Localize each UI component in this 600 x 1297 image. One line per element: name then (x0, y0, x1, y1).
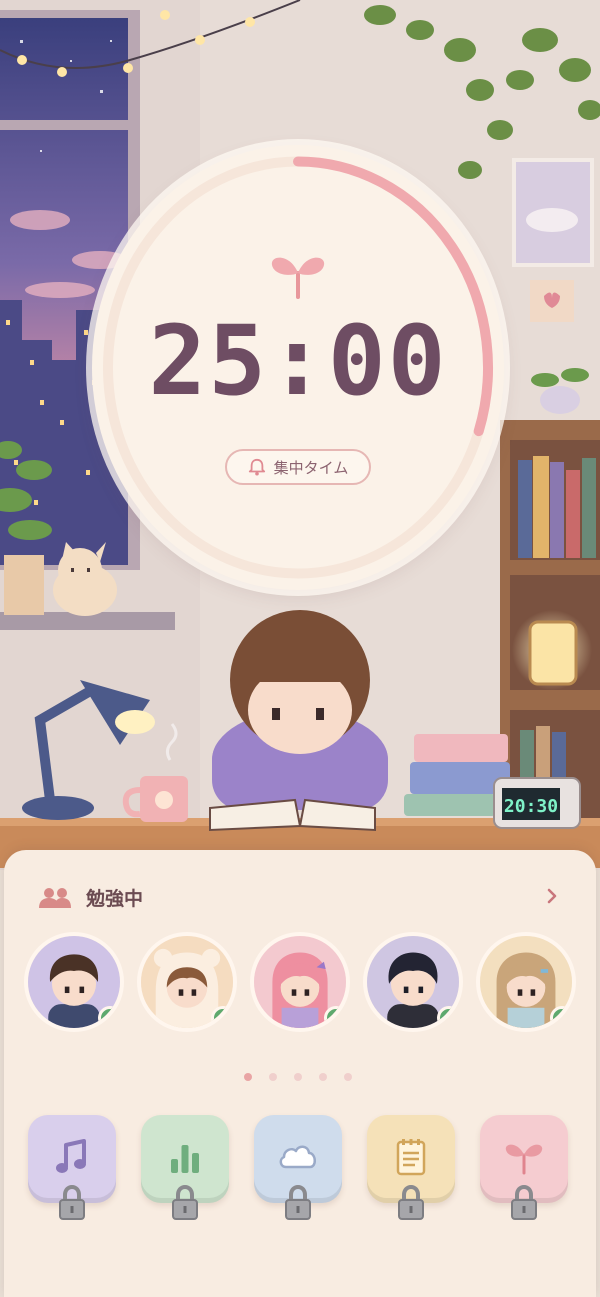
focus-mode-label: 集中タイム (273, 458, 349, 477)
notes-tool-button[interactable] (367, 1115, 455, 1220)
avatar[interactable] (137, 932, 237, 1032)
growth-tool-button[interactable] (480, 1115, 568, 1220)
pomodoro-timer[interactable]: 25:00 集中タイム (92, 145, 504, 590)
focus-mode-pill[interactable]: 集中タイム (225, 449, 371, 485)
stats-tool-button[interactable] (141, 1115, 229, 1220)
online-status-dot (437, 1006, 459, 1028)
lock-icon (511, 1185, 537, 1220)
timer-display: 25:00 (148, 305, 448, 417)
online-status-dot (211, 1006, 233, 1028)
avatar[interactable] (363, 932, 463, 1032)
online-status-dot (324, 1006, 346, 1028)
page-dot[interactable] (269, 1073, 277, 1081)
page-dot[interactable] (244, 1073, 252, 1081)
online-status-dot (550, 1006, 572, 1028)
avatar[interactable] (250, 932, 350, 1032)
page-dot[interactable] (294, 1073, 302, 1081)
bar-chart-icon (171, 1145, 199, 1173)
music-note-icon (56, 1139, 86, 1173)
desk-clock-time: 20:30 (504, 796, 558, 817)
panel-header[interactable]: 勉強中 (38, 884, 143, 911)
lock-icon (285, 1185, 311, 1220)
online-status-dot (98, 1006, 120, 1028)
studying-title: 勉強中 (86, 888, 144, 910)
lock-icon (398, 1185, 424, 1220)
chevron-right-icon[interactable] (544, 888, 560, 904)
sprout-icon (505, 1144, 543, 1175)
avatar[interactable] (24, 932, 124, 1032)
music-tool-button[interactable] (28, 1115, 116, 1220)
people-icon (39, 887, 71, 908)
avatar[interactable] (476, 932, 576, 1032)
weather-tool-button[interactable] (254, 1115, 342, 1220)
page-dot[interactable] (344, 1073, 352, 1081)
sprout-icon (271, 257, 325, 299)
cloud-icon (279, 1145, 316, 1169)
bell-icon (248, 458, 265, 476)
page-dot[interactable] (319, 1073, 327, 1081)
lock-icon (172, 1185, 198, 1220)
page-indicator (244, 1073, 352, 1081)
notepad-icon (396, 1139, 426, 1176)
tools-row (28, 1115, 572, 1225)
studying-users-list (24, 932, 576, 1040)
lock-icon (59, 1185, 85, 1220)
